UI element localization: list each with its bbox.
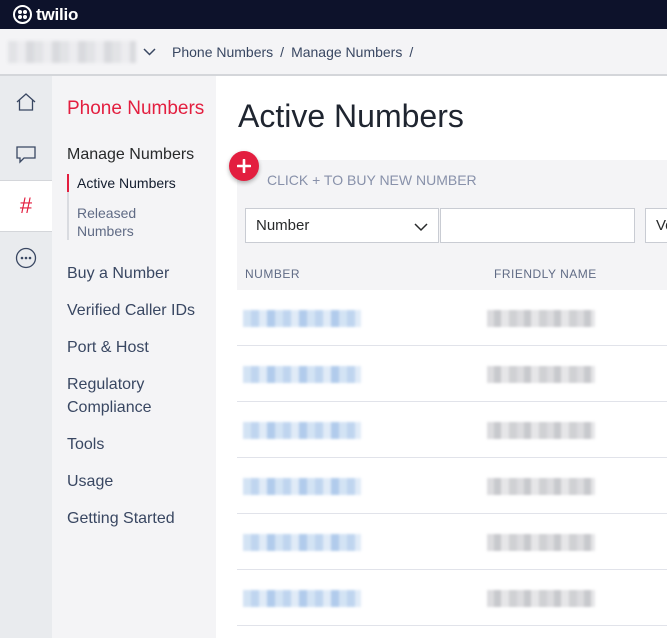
table-row[interactable] bbox=[237, 570, 667, 626]
table-row[interactable] bbox=[237, 514, 667, 570]
icon-rail: # bbox=[0, 76, 52, 638]
buy-number-button[interactable] bbox=[229, 151, 259, 181]
buy-number-bar[interactable]: CLICK + TO BUY NEW NUMBER bbox=[237, 160, 667, 198]
breadcrumb-separator: / bbox=[409, 43, 414, 60]
rail-phone-numbers[interactable]: # bbox=[0, 180, 52, 232]
friendly-name-blurred bbox=[487, 310, 595, 327]
main-content: Active Numbers CLICK + TO BUY NEW NUMBER… bbox=[216, 76, 667, 638]
subnav-active-numbers[interactable]: Active Numbers bbox=[67, 174, 216, 192]
filter-search-input[interactable] bbox=[440, 208, 635, 243]
filter-row: Number Vo bbox=[237, 198, 667, 255]
table-row[interactable] bbox=[237, 402, 667, 458]
breadcrumb-manage-numbers[interactable]: Manage Numbers bbox=[291, 44, 402, 60]
subnav-regulatory-compliance[interactable]: Regulatory Compliance bbox=[67, 373, 167, 419]
more-icon bbox=[15, 247, 37, 269]
phone-number-link-blurred[interactable] bbox=[243, 478, 361, 495]
secondary-nav: Phone Numbers Manage Numbers Active Numb… bbox=[52, 76, 216, 638]
table-body bbox=[237, 290, 667, 626]
breadcrumb-bar: Phone Numbers / Manage Numbers / bbox=[0, 29, 667, 76]
breadcrumb-separator: / bbox=[280, 43, 285, 60]
breadcrumb-phone-numbers[interactable]: Phone Numbers bbox=[172, 44, 273, 60]
subnav-released-numbers[interactable]: Released Numbers bbox=[69, 204, 149, 240]
friendly-name-blurred bbox=[487, 590, 595, 607]
table-row[interactable] bbox=[237, 458, 667, 514]
table-row[interactable] bbox=[237, 290, 667, 346]
hash-icon: # bbox=[19, 193, 33, 218]
friendly-name-blurred bbox=[487, 478, 595, 495]
filter-secondary-value: Vo bbox=[656, 217, 667, 234]
table-row[interactable] bbox=[237, 346, 667, 402]
filter-field-value: Number bbox=[256, 217, 310, 234]
logo-text: twilio bbox=[36, 4, 79, 24]
home-icon bbox=[16, 93, 36, 111]
phone-number-link-blurred[interactable] bbox=[243, 310, 361, 327]
breadcrumb: Phone Numbers / Manage Numbers / bbox=[172, 44, 413, 60]
chevron-down-icon bbox=[414, 219, 428, 236]
page-title: Active Numbers bbox=[238, 98, 464, 134]
subnav-usage[interactable]: Usage bbox=[67, 470, 216, 493]
column-header-friendly-name[interactable]: FRIENDLY NAME bbox=[494, 267, 597, 281]
subnav-links: Buy a Number Verified Caller IDs Port & … bbox=[67, 262, 216, 530]
table-header: NUMBER FRIENDLY NAME bbox=[237, 255, 667, 290]
buy-number-label: CLICK + TO BUY NEW NUMBER bbox=[267, 172, 477, 188]
filter-field-select[interactable]: Number bbox=[245, 208, 439, 243]
rail-messaging[interactable] bbox=[0, 128, 52, 180]
twilio-logo[interactable]: twilio bbox=[13, 5, 78, 25]
friendly-name-blurred bbox=[487, 366, 595, 383]
column-header-number[interactable]: NUMBER bbox=[245, 267, 300, 281]
top-bar: twilio bbox=[0, 0, 667, 29]
phone-number-link-blurred[interactable] bbox=[243, 590, 361, 607]
subnav-title[interactable]: Phone Numbers bbox=[67, 98, 216, 120]
subnav-verified-caller-ids[interactable]: Verified Caller IDs bbox=[67, 299, 216, 322]
phone-number-link-blurred[interactable] bbox=[243, 422, 361, 439]
phone-number-link-blurred[interactable] bbox=[243, 534, 361, 551]
subnav-manage-numbers[interactable]: Manage Numbers bbox=[67, 146, 216, 164]
friendly-name-blurred bbox=[487, 534, 595, 551]
twilio-logo-icon bbox=[13, 5, 32, 24]
subnav-buy-a-number[interactable]: Buy a Number bbox=[67, 262, 216, 285]
subnav-port-host[interactable]: Port & Host bbox=[67, 336, 216, 359]
plus-icon bbox=[237, 159, 251, 173]
phone-number-link-blurred[interactable] bbox=[243, 366, 361, 383]
chevron-down-icon[interactable] bbox=[142, 45, 156, 59]
rail-more[interactable] bbox=[0, 232, 52, 284]
subnav-tools[interactable]: Tools bbox=[67, 433, 216, 456]
rail-home[interactable] bbox=[0, 76, 52, 128]
subnav-getting-started[interactable]: Getting Started bbox=[67, 507, 216, 530]
filter-secondary-select[interactable]: Vo bbox=[645, 208, 667, 243]
subnav-children: Active Numbers Released Numbers bbox=[67, 174, 216, 240]
account-name-blurred[interactable] bbox=[8, 40, 136, 63]
friendly-name-blurred bbox=[487, 422, 595, 439]
chat-icon bbox=[16, 146, 36, 164]
